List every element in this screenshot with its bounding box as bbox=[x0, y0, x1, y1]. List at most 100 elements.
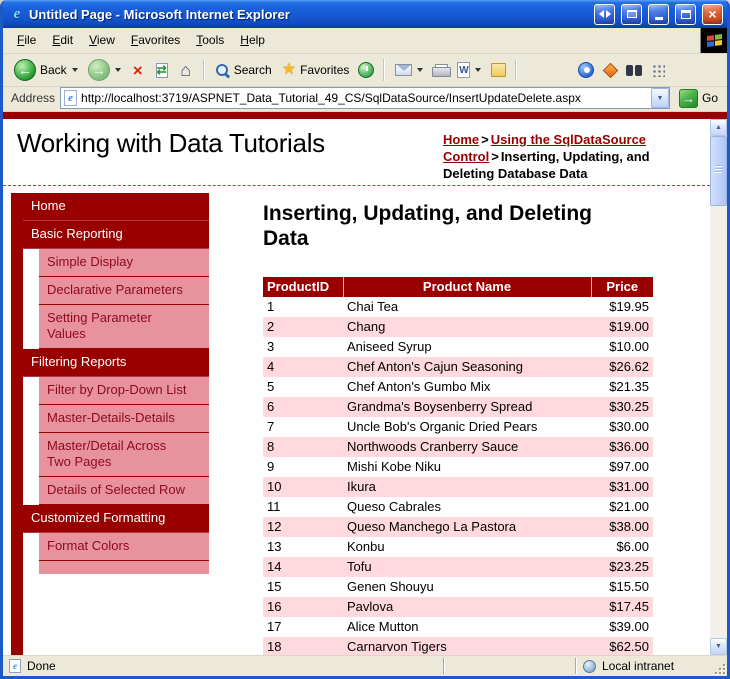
menu-tools[interactable]: Tools bbox=[188, 28, 232, 53]
browser-window: e Untitled Page - Microsoft Internet Exp… bbox=[0, 0, 730, 679]
history-icon bbox=[358, 62, 374, 78]
product-row: 12Queso Manchego La Pastora$38.00 bbox=[263, 517, 653, 537]
sidebar-accent-strip bbox=[11, 193, 23, 655]
sidebar-item[interactable]: Master/Detail Across Two Pages bbox=[39, 433, 209, 477]
sidebar-nav: HomeBasic ReportingSimple DisplayDeclara… bbox=[3, 193, 209, 655]
forward-dropdown-chevron-icon[interactable] bbox=[115, 68, 121, 72]
history-button[interactable] bbox=[354, 57, 378, 83]
menu-help[interactable]: Help bbox=[232, 28, 273, 53]
edit-with-word-button[interactable]: W bbox=[452, 60, 486, 80]
breadcrumb-separator: > bbox=[481, 132, 489, 147]
address-bar: Address e http://localhost:3719/ASPNET_D… bbox=[3, 87, 727, 112]
product-row: 10Ikura$31.00 bbox=[263, 477, 653, 497]
stop-icon: × bbox=[133, 62, 143, 79]
tools-grid-button[interactable] bbox=[646, 57, 670, 83]
address-input[interactable]: e http://localhost:3719/ASPNET_Data_Tuto… bbox=[60, 87, 670, 109]
arrows-icon bbox=[599, 10, 611, 18]
minimize-button[interactable] bbox=[648, 4, 669, 25]
back-dropdown-chevron-icon[interactable] bbox=[72, 68, 78, 72]
product-row: 17Alice Mutton$39.00 bbox=[263, 617, 653, 637]
minimize-icon bbox=[655, 17, 663, 20]
menu-favorites[interactable]: Favorites bbox=[123, 28, 188, 53]
menu-edit[interactable]: Edit bbox=[44, 28, 81, 53]
scroll-down-button[interactable]: ▼ bbox=[710, 638, 727, 655]
product-row: 13Konbu$6.00 bbox=[263, 537, 653, 557]
refresh-button[interactable]: ⇄ bbox=[150, 57, 174, 83]
product-row: 9Mishi Kobe Niku$97.00 bbox=[263, 457, 653, 477]
scrollbar-thumb[interactable] bbox=[710, 136, 727, 206]
sidebar-item[interactable]: Master-Details-Details bbox=[39, 405, 209, 433]
window-screen-button[interactable] bbox=[621, 4, 642, 25]
go-button[interactable]: → Go bbox=[675, 89, 722, 108]
product-row: 4Chef Anton's Cajun Seasoning$26.62 bbox=[263, 357, 653, 377]
print-icon bbox=[432, 64, 449, 77]
window-title: Untitled Page - Microsoft Internet Explo… bbox=[29, 7, 588, 22]
scroll-up-button[interactable]: ▲ bbox=[710, 119, 727, 136]
address-url[interactable]: http://localhost:3719/ASPNET_Data_Tutori… bbox=[81, 91, 647, 105]
sidebar-item[interactable]: Customized Formatting bbox=[23, 505, 209, 533]
messenger-button[interactable] bbox=[574, 57, 598, 83]
back-icon: ← bbox=[14, 59, 36, 81]
scroll-down-icon: ▼ bbox=[715, 643, 722, 650]
intranet-zone-icon bbox=[583, 660, 596, 673]
product-row: 15Genen Shouyu$15.50 bbox=[263, 577, 653, 597]
address-dropdown-button[interactable]: ▼ bbox=[651, 88, 669, 108]
product-row: 5Chef Anton's Gumbo Mix$21.35 bbox=[263, 377, 653, 397]
sidebar-item[interactable]: Simple Display bbox=[39, 249, 209, 277]
products-body: 1Chai Tea$19.952Chang$19.003Aniseed Syru… bbox=[263, 297, 653, 655]
browser-viewport: Working with Data Tutorials Home>Using t… bbox=[3, 119, 727, 655]
dropdown-arrow-icon: ▼ bbox=[657, 95, 664, 102]
discuss-button[interactable] bbox=[486, 57, 510, 83]
edit-dropdown-chevron-icon[interactable] bbox=[475, 68, 481, 72]
mail-dropdown-chevron-icon[interactable] bbox=[417, 68, 423, 72]
back-button[interactable]: ← Back bbox=[9, 57, 83, 83]
zone-text: Local intranet bbox=[602, 659, 674, 673]
home-button[interactable]: ⌂ bbox=[174, 57, 198, 83]
sidebar-item[interactable]: Filter by Drop-Down List bbox=[39, 377, 209, 405]
breadcrumb-separator: > bbox=[491, 149, 499, 164]
sidebar-item[interactable]: Declarative Parameters bbox=[39, 277, 209, 305]
research-icon bbox=[603, 62, 619, 78]
print-button[interactable] bbox=[428, 57, 452, 83]
sidebar-item-partial bbox=[39, 561, 209, 574]
menu-view[interactable]: View bbox=[81, 28, 123, 53]
product-row: 2Chang$19.00 bbox=[263, 317, 653, 337]
breadcrumb-link-home[interactable]: Home bbox=[443, 132, 479, 147]
search-icon bbox=[215, 63, 230, 78]
maximize-button[interactable] bbox=[675, 4, 696, 25]
research-button[interactable] bbox=[598, 57, 622, 83]
page-body: HomeBasic ReportingSimple DisplayDeclara… bbox=[3, 186, 710, 655]
toolbar-separator bbox=[203, 59, 205, 81]
menu-file[interactable]: File bbox=[9, 28, 44, 53]
column-header: Price bbox=[591, 277, 653, 297]
vertical-scrollbar[interactable]: ▲ ▼ bbox=[710, 119, 727, 655]
favorites-star-icon: ★ bbox=[282, 62, 296, 78]
sidebar-item[interactable]: Home bbox=[23, 193, 209, 221]
find-button[interactable] bbox=[622, 57, 646, 83]
mail-button[interactable] bbox=[390, 62, 428, 78]
refresh-icon: ⇄ bbox=[157, 63, 167, 77]
status-panel: e Done bbox=[9, 659, 443, 673]
close-button[interactable]: × bbox=[702, 4, 723, 25]
product-row: 7Uncle Bob's Organic Dried Pears$30.00 bbox=[263, 417, 653, 437]
discuss-icon bbox=[491, 63, 506, 77]
product-row: 8Northwoods Cranberry Sauce$36.00 bbox=[263, 437, 653, 457]
sidebar-item[interactable]: Setting Parameter Values bbox=[39, 305, 209, 349]
column-header: Product Name bbox=[343, 277, 591, 297]
sidebar-item[interactable]: Format Colors bbox=[39, 533, 209, 561]
scroll-up-icon: ▲ bbox=[715, 124, 722, 131]
scrollbar-track[interactable] bbox=[710, 136, 727, 638]
web-page: Working with Data Tutorials Home>Using t… bbox=[3, 119, 710, 655]
toolbar-separator bbox=[383, 59, 385, 81]
forward-button[interactable]: → bbox=[83, 57, 126, 83]
stop-button[interactable]: × bbox=[126, 57, 150, 83]
resize-grip[interactable] bbox=[711, 660, 727, 676]
favorites-button[interactable]: ★ Favorites bbox=[277, 60, 355, 80]
go-arrow-icon: → bbox=[679, 89, 698, 108]
search-button[interactable]: Search bbox=[210, 61, 277, 80]
sidebar-item[interactable]: Filtering Reports bbox=[23, 349, 209, 377]
sidebar-item[interactable]: Basic Reporting bbox=[23, 221, 209, 249]
sidebar-item[interactable]: Details of Selected Row bbox=[39, 477, 209, 505]
window-arrows-button[interactable] bbox=[594, 4, 615, 25]
statusbar-separator bbox=[443, 658, 445, 674]
